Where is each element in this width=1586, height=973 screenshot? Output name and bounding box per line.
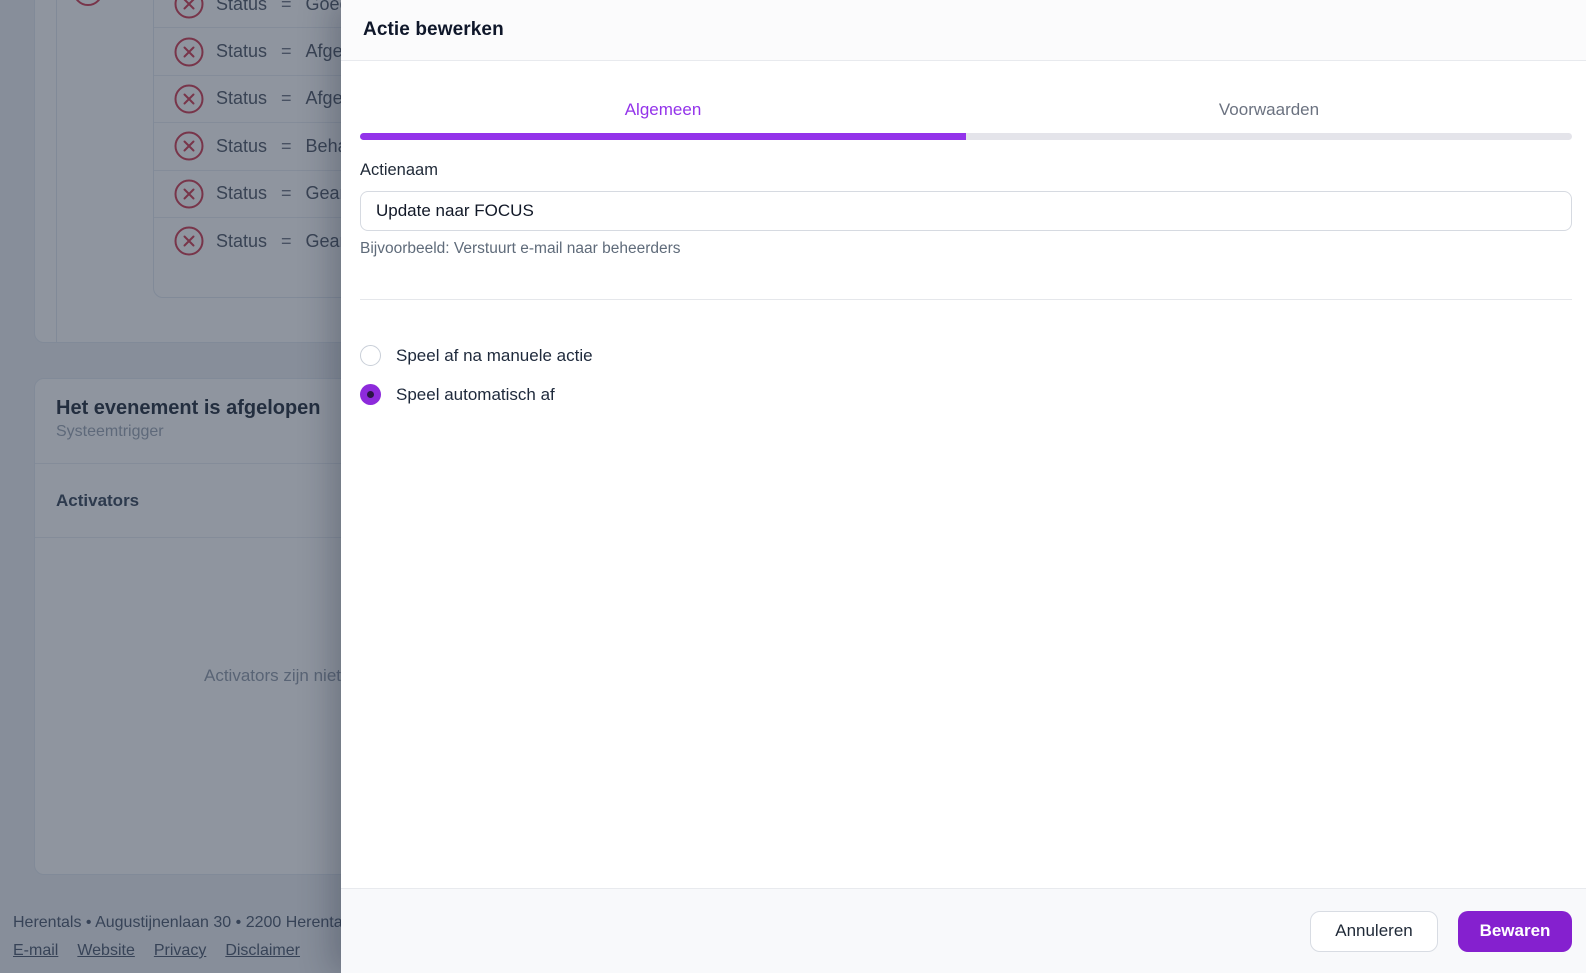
tab-active-indicator <box>360 133 966 140</box>
radio-option-manual[interactable]: Speel af na manuele actie <box>360 345 1572 366</box>
edit-action-drawer: Actie bewerken Algemeen Voorwaarden Acti… <box>341 0 1586 973</box>
radio-unchecked-icon <box>360 345 381 366</box>
drawer-body: Actienaam Bijvoorbeeld: Verstuurt e-mail… <box>341 140 1586 888</box>
radio-option-manual-label: Speel af na manuele actie <box>396 345 593 365</box>
drawer-tabs: Algemeen Voorwaarden <box>341 61 1586 140</box>
tab-algemeen[interactable]: Algemeen <box>360 100 966 140</box>
action-name-label: Actienaam <box>360 161 438 179</box>
drawer-footer: Annuleren Bewaren <box>341 888 1586 973</box>
action-name-input[interactable] <box>360 191 1572 231</box>
drawer-title: Actie bewerken <box>363 19 504 40</box>
section-divider <box>360 299 1572 300</box>
tab-voorwaarden-label: Voorwaarden <box>1218 100 1320 119</box>
cancel-button[interactable]: Annuleren <box>1310 910 1438 952</box>
app-root: Status = Goedgekeurd Status = Afgekeurd … <box>0 0 1586 973</box>
tab-algemeen-label: Algemeen <box>624 100 702 119</box>
action-name-help: Bijvoorbeeld: Verstuurt e-mail naar behe… <box>360 240 681 257</box>
radio-option-automatic[interactable]: Speel automatisch af <box>360 384 1572 405</box>
save-button[interactable]: Bewaren <box>1458 910 1572 952</box>
drawer-header: Actie bewerken <box>341 0 1586 61</box>
tab-inactive-indicator <box>966 133 1572 140</box>
radio-checked-icon <box>360 384 381 405</box>
tab-voorwaarden[interactable]: Voorwaarden <box>966 100 1572 140</box>
radio-option-automatic-label: Speel automatisch af <box>396 384 555 404</box>
